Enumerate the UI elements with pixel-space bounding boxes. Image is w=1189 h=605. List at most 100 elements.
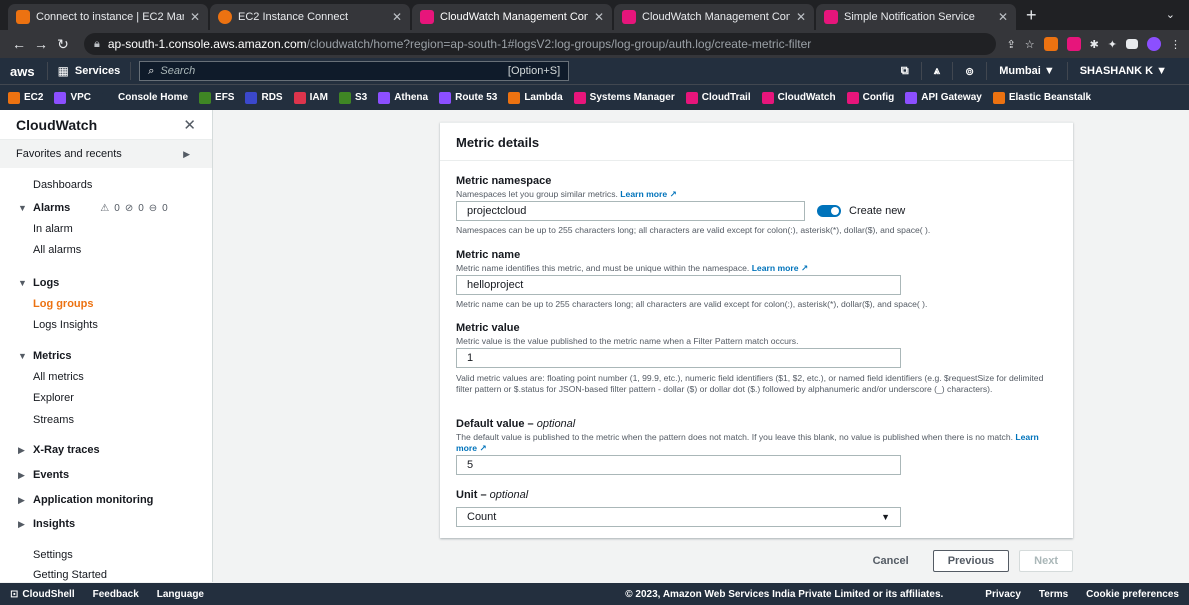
account-menu[interactable]: SHASHANK K ▼: [1066, 62, 1179, 80]
region-selector[interactable]: Mumbai ▼: [986, 62, 1067, 80]
extension-icon[interactable]: [1066, 37, 1081, 51]
new-tab-button[interactable]: +: [1018, 5, 1045, 30]
sidebar-item-logs-insights[interactable]: Logs Insights: [0, 316, 213, 334]
privacy-link[interactable]: Privacy: [985, 589, 1021, 600]
browser-tab-instance-connect[interactable]: EC2 Instance Connect ✕: [210, 4, 410, 30]
share-icon[interactable]: ⇪: [1006, 38, 1015, 51]
favorite-vpc[interactable]: VPC: [54, 91, 92, 104]
url-host: ap-south-1.console.aws.amazon.com: [107, 37, 307, 51]
sidebar-favorites[interactable]: Favorites and recents ▶: [0, 140, 212, 168]
sidebar-item-in-alarm[interactable]: In alarm: [0, 220, 213, 238]
aws-logo[interactable]: aws: [10, 64, 35, 79]
feedback-link[interactable]: Feedback: [93, 589, 139, 600]
sidebar-item-events[interactable]: ▶ Events: [0, 466, 213, 484]
cloudshell-label: CloudShell: [22, 588, 75, 600]
profile-avatar-icon[interactable]: [1147, 37, 1161, 51]
favorite-athena[interactable]: Athena: [378, 91, 429, 104]
favorite-rds[interactable]: RDS: [245, 91, 283, 104]
create-new-toggle[interactable]: Create new: [817, 205, 905, 217]
favorite-label: VPC: [70, 92, 92, 103]
sidebar-item-label: Metrics: [33, 350, 72, 362]
default-value-input[interactable]: 5: [456, 455, 901, 475]
favorite-elastic-beanstalk[interactable]: Elastic Beanstalk: [992, 91, 1092, 104]
search-input[interactable]: ⌕ Search [Option+S]: [139, 61, 570, 81]
sidebar-item-logs[interactable]: ▼ Logs: [0, 274, 213, 292]
favorite-route-53[interactable]: Route 53: [439, 91, 497, 104]
favorite-label: Elastic Beanstalk: [1008, 92, 1092, 103]
sidebar-item-log-groups[interactable]: Log groups: [0, 295, 213, 313]
favorite-cloudwatch[interactable]: CloudWatch: [761, 91, 836, 104]
services-menu-button[interactable]: ▦ Services: [46, 62, 132, 80]
forward-icon[interactable]: →: [30, 36, 52, 52]
sidebar-item-settings[interactable]: Settings: [0, 546, 213, 564]
cloudshell-button[interactable]: ⊡ CloudShell: [10, 589, 75, 600]
favorite-lambda[interactable]: Lambda: [508, 91, 563, 104]
previous-button[interactable]: Previous: [932, 550, 1010, 572]
close-sidebar-icon[interactable]: ✕: [183, 116, 196, 134]
sidebar-item-insights[interactable]: ▶ Insights: [0, 515, 213, 533]
extension-icon[interactable]: [1043, 37, 1058, 51]
caret-right-icon: ▶: [18, 494, 25, 505]
sidebar: CloudWatch ✕ Favorites and recents ▶ Das…: [0, 110, 213, 582]
sidebar-item-label: Settings: [33, 549, 73, 561]
sidebar-item-dashboards[interactable]: Dashboards: [0, 176, 213, 194]
cloudwatch-favicon-icon: [622, 10, 636, 24]
unit-label-text: Unit –: [456, 489, 490, 501]
extensions-puzzle-icon[interactable]: ✦: [1108, 38, 1117, 51]
learn-more-link[interactable]: Learn more: [620, 189, 667, 199]
favorite-api-gateway[interactable]: API Gateway: [905, 91, 982, 104]
next-button[interactable]: Next: [1019, 550, 1073, 572]
favorite-console-home[interactable]: Console Home: [102, 91, 188, 104]
sidebar-item-all-alarms[interactable]: All alarms: [0, 241, 213, 259]
metric-name-value: helloproject: [467, 279, 524, 291]
metric-namespace-input[interactable]: projectcloud: [456, 201, 805, 221]
tab-search-icon[interactable]: ⌄: [1166, 8, 1175, 21]
learn-more-link[interactable]: Learn more: [752, 263, 799, 273]
bell-icon[interactable]: ⩓: [920, 62, 952, 80]
bookmark-star-icon[interactable]: ☆: [1025, 38, 1035, 51]
close-icon[interactable]: ✕: [594, 10, 604, 24]
close-icon[interactable]: ✕: [998, 10, 1008, 24]
browser-tab-cloudwatch[interactable]: CloudWatch Management Con ✕: [614, 4, 814, 30]
back-icon[interactable]: ←: [8, 36, 30, 52]
help-icon[interactable]: ⊚: [952, 62, 986, 80]
sidebar-item-xray[interactable]: ▶ X-Ray traces: [0, 441, 213, 459]
sidepanel-icon[interactable]: [1126, 39, 1138, 49]
sidebar-item-app-monitoring[interactable]: ▶ Application monitoring: [0, 491, 213, 509]
browser-tab-cloudwatch-active[interactable]: CloudWatch Management Con ✕: [412, 4, 612, 30]
favorite-label: Lambda: [524, 92, 563, 103]
favorite-label: API Gateway: [921, 92, 982, 103]
close-icon[interactable]: ✕: [796, 10, 806, 24]
cookie-preferences-link[interactable]: Cookie preferences: [1086, 589, 1179, 600]
sidebar-item-streams[interactable]: Streams: [0, 411, 213, 429]
sidebar-item-getting-started[interactable]: Getting Started: [0, 566, 213, 584]
favorite-config[interactable]: Config: [846, 91, 894, 104]
reload-icon[interactable]: ↻: [52, 36, 74, 53]
favorite-s3[interactable]: S3: [338, 91, 367, 104]
browser-tab-ec2-connect[interactable]: Connect to instance | EC2 Man ✕: [8, 4, 208, 30]
url-input[interactable]: 🔒︎ ap-south-1.console.aws.amazon.com /cl…: [84, 33, 997, 55]
favorite-label: Athena: [394, 92, 429, 103]
browser-tab-sns[interactable]: Simple Notification Service ✕: [816, 4, 1016, 30]
extension-icon[interactable]: ✱: [1090, 38, 1099, 51]
tab-label: EC2 Instance Connect: [238, 11, 349, 23]
unit-select[interactable]: Count ▼: [456, 507, 901, 527]
cancel-button[interactable]: Cancel: [859, 550, 923, 572]
metric-value-input[interactable]: 1: [456, 348, 901, 368]
close-icon[interactable]: ✕: [392, 10, 402, 24]
close-icon[interactable]: ✕: [190, 10, 200, 24]
favorite-systems-manager[interactable]: Systems Manager: [573, 91, 675, 104]
sidebar-item-alarms[interactable]: ▼ Alarms ⚠ 0 ⊘ 0 ⊖ 0: [0, 199, 213, 217]
terms-link[interactable]: Terms: [1039, 589, 1068, 600]
favorite-cloudtrail[interactable]: CloudTrail: [685, 91, 751, 104]
favorite-efs[interactable]: EFS: [199, 91, 234, 104]
sidebar-item-metrics[interactable]: ▼ Metrics: [0, 347, 213, 365]
menu-kebab-icon[interactable]: ⋮: [1170, 38, 1181, 51]
sidebar-item-all-metrics[interactable]: All metrics: [0, 368, 213, 386]
favorite-iam[interactable]: IAM: [293, 91, 328, 104]
sidebar-item-explorer[interactable]: Explorer: [0, 389, 213, 407]
language-link[interactable]: Language: [157, 589, 204, 600]
favorite-ec2[interactable]: EC2: [8, 91, 43, 104]
metric-name-input[interactable]: helloproject: [456, 275, 901, 295]
cloudshell-icon[interactable]: ⧉: [889, 62, 921, 80]
